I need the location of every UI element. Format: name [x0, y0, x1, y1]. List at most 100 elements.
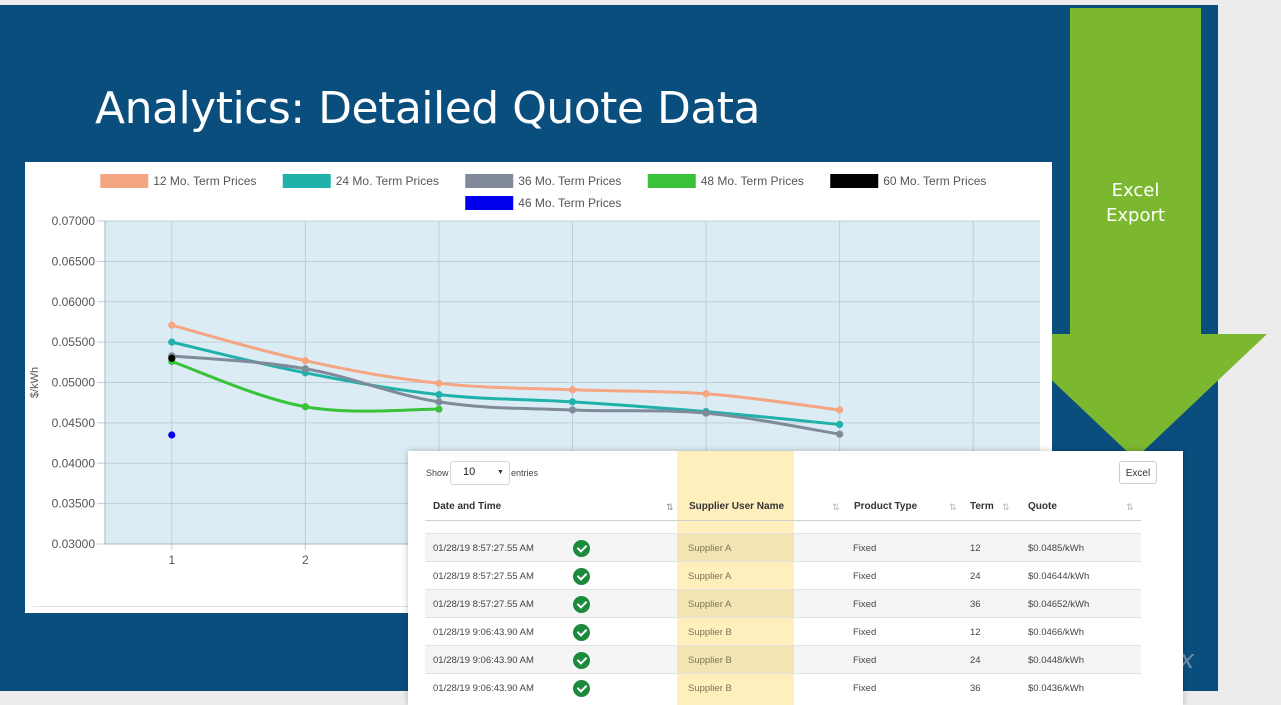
- excel-export-callout: Excel Export: [1106, 180, 1165, 226]
- x-tick-label: 2: [302, 553, 309, 567]
- column-header-term[interactable]: Term: [970, 501, 994, 512]
- supplier-cell: Supplier A: [688, 571, 732, 582]
- y-tick-label: 0.03000: [52, 537, 96, 551]
- column-header-supplier-user-name[interactable]: Supplier User Name: [689, 501, 784, 512]
- data-point: [435, 405, 443, 413]
- legend-label: 48 Mo. Term Prices: [701, 174, 804, 188]
- legend-label: 12 Mo. Term Prices: [153, 174, 256, 188]
- y-tick-label: 0.04500: [52, 416, 96, 430]
- column-header-date-time[interactable]: Date and Time: [433, 501, 501, 512]
- excel-export-button[interactable]: Excel: [1119, 461, 1157, 484]
- table-row[interactable]: 01/28/19 8:57:27.55 AM Supplier A Fixed 24 $…: [425, 561, 1141, 590]
- data-point: [836, 420, 844, 429]
- quote-data-table-panel: Show 10 ▼ entries Excel Date and Time ⇅ …: [408, 451, 1183, 705]
- column-header-product-type[interactable]: Product Type: [854, 501, 917, 512]
- legend-swatch: [282, 174, 331, 188]
- data-point: [568, 406, 577, 414]
- y-tick-label: 0.05500: [52, 335, 96, 349]
- product-type-cell: Fixed: [853, 683, 877, 694]
- legend-label: 60 Mo. Term Prices: [883, 174, 986, 188]
- page-size-value: 10: [463, 466, 476, 478]
- entries-label: entries: [511, 468, 539, 478]
- sort-icon[interactable]: ⇅: [832, 502, 840, 513]
- table-row[interactable]: 01/28/19 9:06:43.90 AM Supplier B Fixed 36 $…: [425, 673, 1141, 702]
- data-point: [168, 354, 176, 362]
- caret-down-icon: ▼: [497, 469, 504, 476]
- legend-swatch: [647, 174, 696, 188]
- y-tick-label: 0.06000: [52, 295, 96, 309]
- supplier-cell: Supplier A: [688, 599, 732, 610]
- legend-swatch: [465, 196, 514, 210]
- data-point: [836, 430, 844, 438]
- term-cell: 24: [970, 655, 981, 666]
- legend-swatch: [465, 174, 514, 188]
- quote-cell: $0.0466/kWh: [1028, 627, 1084, 638]
- quote-cell: $0.04644/kWh: [1028, 571, 1090, 582]
- y-tick-label: 0.07000: [52, 214, 96, 228]
- export-arrow-shaft: [1070, 8, 1201, 338]
- legend-swatch: [100, 174, 149, 188]
- legend-label: 46 Mo. Term Prices: [518, 196, 621, 210]
- supplier-cell: Supplier B: [688, 655, 732, 666]
- data-point: [168, 431, 176, 439]
- page-size-select[interactable]: 10 ▼: [450, 461, 510, 485]
- quote-cell: $0.0436/kWh: [1028, 683, 1084, 694]
- y-axis-title: $/kWh: [29, 367, 41, 398]
- term-cell: 36: [970, 683, 981, 694]
- y-tick-label: 0.05000: [52, 376, 96, 390]
- check-circle-icon: [573, 596, 590, 613]
- data-point: [568, 398, 577, 406]
- show-label: Show: [426, 468, 449, 478]
- product-type-cell: Fixed: [853, 543, 877, 554]
- term-cell: 12: [970, 627, 981, 638]
- sort-icon[interactable]: ⇅: [1126, 502, 1134, 513]
- term-cell: 24: [970, 571, 981, 582]
- product-type-cell: Fixed: [853, 599, 877, 610]
- quote-cell: $0.0448/kWh: [1028, 655, 1084, 666]
- x-tick-label: 1: [168, 553, 175, 567]
- check-circle-icon: [573, 652, 590, 669]
- data-point: [568, 386, 577, 394]
- date-time-cell: 01/28/19 8:57:27.55 AM: [433, 599, 534, 610]
- product-type-cell: Fixed: [853, 655, 877, 666]
- table-header-divider: [425, 520, 1141, 521]
- product-type-cell: Fixed: [853, 627, 877, 638]
- table-row[interactable]: 01/28/19 8:57:27.55 AM Supplier A Fixed 36 $…: [425, 589, 1141, 618]
- table-row[interactable]: 01/28/19 9:06:43.90 AM Supplier B Fixed 12 $…: [425, 617, 1141, 646]
- supplier-cell: Supplier B: [688, 683, 732, 694]
- column-header-quote[interactable]: Quote: [1028, 501, 1057, 512]
- sort-asc-icon[interactable]: ⇅: [666, 502, 674, 513]
- legend-swatch: [830, 174, 879, 188]
- y-tick-label: 0.04000: [52, 456, 96, 470]
- check-circle-icon: [573, 568, 590, 585]
- term-cell: 36: [970, 599, 981, 610]
- date-time-cell: 01/28/19 8:57:27.55 AM: [433, 571, 534, 582]
- slide-title: Analytics: Detailed Quote Data: [95, 83, 761, 134]
- data-point: [301, 365, 309, 373]
- data-point: [702, 409, 710, 417]
- data-point: [168, 338, 176, 346]
- supplier-cell: Supplier A: [688, 543, 732, 554]
- data-point: [301, 403, 309, 411]
- data-point: [435, 391, 443, 399]
- date-time-cell: 01/28/19 8:57:27.55 AM: [433, 543, 534, 554]
- sort-icon[interactable]: ⇅: [949, 502, 957, 513]
- supplier-cell: Supplier B: [688, 627, 732, 638]
- y-tick-label: 0.03500: [52, 497, 96, 511]
- sort-icon[interactable]: ⇅: [1002, 502, 1010, 513]
- date-time-cell: 01/28/19 9:06:43.90 AM: [433, 683, 534, 694]
- data-point: [836, 406, 844, 414]
- product-type-cell: Fixed: [853, 571, 877, 582]
- legend-label: 36 Mo. Term Prices: [518, 174, 621, 188]
- legend-label: 24 Mo. Term Prices: [336, 174, 439, 188]
- check-circle-icon: [573, 680, 590, 697]
- check-circle-icon: [573, 540, 590, 557]
- data-point: [168, 321, 176, 329]
- data-point: [435, 379, 443, 387]
- quote-cell: $0.0485/kWh: [1028, 543, 1084, 554]
- table-row[interactable]: 01/28/19 9:06:43.90 AM Supplier B Fixed 24 $…: [425, 645, 1141, 674]
- date-time-cell: 01/28/19 9:06:43.90 AM: [433, 627, 534, 638]
- table-row[interactable]: 01/28/19 8:57:27.55 AM Supplier A Fixed 12 $…: [425, 533, 1141, 562]
- date-time-cell: 01/28/19 9:06:43.90 AM: [433, 655, 534, 666]
- y-tick-label: 0.06500: [52, 254, 96, 268]
